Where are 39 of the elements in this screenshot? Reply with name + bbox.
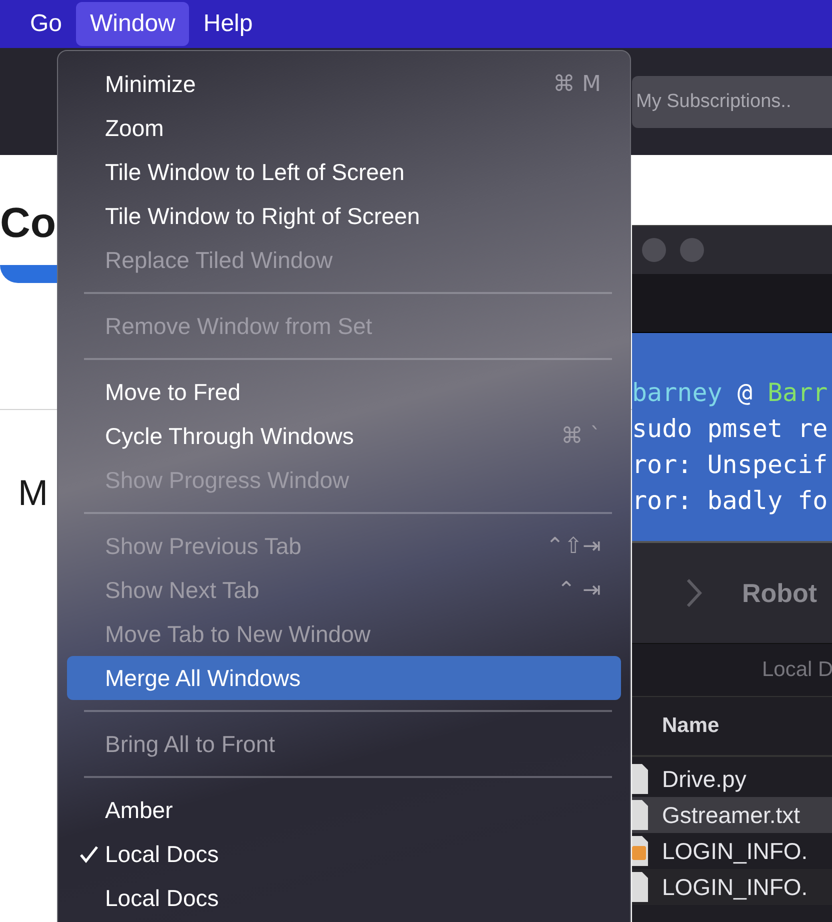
menu-item[interactable]: Cycle Through Windows ⌘ ` — [67, 414, 621, 458]
terminal-line: barney @ Barr — [632, 377, 829, 409]
shortcut-text: ⌃⇧⇥ — [546, 534, 601, 558]
file-name: LOGIN_INFO. — [662, 838, 808, 864]
page-text: M — [18, 472, 48, 514]
menu-item[interactable]: Local Docs — [67, 832, 621, 876]
terminal-line: sudo pmset re — [632, 413, 829, 445]
search-field[interactable]: My Subscriptions.. — [632, 76, 832, 128]
menu-item[interactable]: Local Docs — [67, 876, 621, 920]
menu-item[interactable]: Minimize ⌘ M — [67, 62, 621, 106]
window-control-dot[interactable] — [642, 238, 666, 262]
menu-item[interactable]: Tile Window to Left of Screen — [67, 150, 621, 194]
shortcut-text: ⌘ M — [553, 72, 601, 96]
file-name: Drive.py — [662, 766, 746, 792]
menu-bar-item[interactable]: Help — [189, 2, 267, 46]
column-header[interactable]: Name — [662, 714, 720, 738]
folder-title: Robot — [742, 578, 818, 608]
menu-item[interactable]: Amber — [67, 788, 621, 832]
terminal-line: ror: badly fo — [632, 485, 829, 517]
file-row[interactable]: LOGIN_INFO. — [632, 869, 832, 905]
file-name: Gstreamer.txt — [662, 802, 800, 828]
chevron-right-icon[interactable] — [686, 578, 702, 608]
tab[interactable]: Local D — [762, 658, 832, 682]
menu-item[interactable]: Tile Window to Right of Screen — [67, 194, 621, 238]
menu-item[interactable]: Merge All Windows — [67, 656, 621, 700]
file-row[interactable]: Drive.py — [632, 761, 832, 797]
window-control-dot[interactable] — [680, 238, 704, 262]
menu-bar-item[interactable]: Window — [76, 2, 190, 46]
file-icon — [632, 836, 648, 866]
file-row[interactable]: LOGIN_INFO. — [632, 833, 832, 869]
file-name: LOGIN_INFO. — [662, 874, 808, 900]
menu-item[interactable]: Move to Fred — [67, 370, 621, 414]
menu-bar-item[interactable]: Go — [16, 2, 76, 46]
shortcut-text: ⌘ ` — [561, 424, 601, 448]
menu-item[interactable]: Zoom — [67, 106, 621, 150]
shortcut-text: ⌃ ⇥ — [557, 578, 601, 602]
file-row[interactable]: Gstreamer.txt — [632, 797, 832, 833]
page-heading: Co — [0, 199, 56, 247]
terminal-line: ror: Unspecif — [632, 449, 829, 481]
